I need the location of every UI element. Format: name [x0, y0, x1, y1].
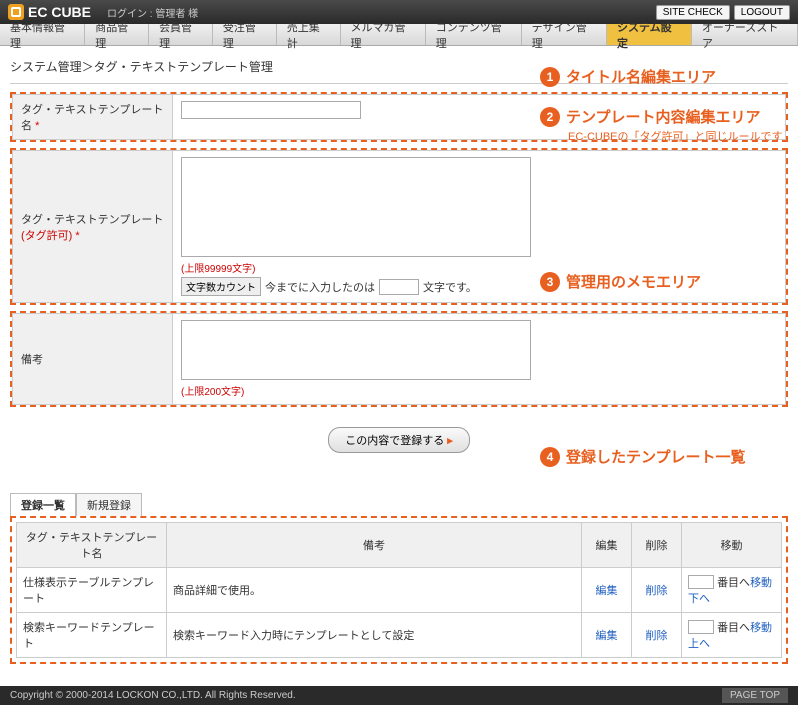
memo-label-cell: 備考 — [13, 314, 173, 405]
memo-section: 備考 (上限200文字) — [10, 311, 788, 407]
table-row: 検索キーワードテンプレート検索キーワード入力時にテンプレートとして設定編集削除 … — [17, 613, 782, 658]
name-label-cell: タグ・テキストテンプレート名 * — [13, 95, 173, 140]
delete-link[interactable]: 削除 — [646, 585, 668, 597]
tab-new[interactable]: 新規登録 — [76, 493, 142, 516]
edit-link[interactable]: 編集 — [596, 630, 618, 642]
row-name: 仕様表示テーブルテンプレート — [17, 568, 167, 613]
nav-tab-9[interactable]: オーナーズストア — [692, 24, 798, 45]
nav-tab-8[interactable]: システム設定 — [607, 24, 692, 45]
nav-tab-1[interactable]: 商品管理 — [85, 24, 149, 45]
move-dir-link[interactable]: 下へ — [688, 593, 710, 605]
table-row: 仕様表示テーブルテンプレート商品詳細で使用。 編集 削除 番目へ移動下へ — [17, 568, 782, 613]
annotation-3: 3 管理用のメモエリア — [540, 271, 701, 292]
main-nav: 基本情報管理商品管理会員管理受注管理売上集計メルマガ管理コンテンツ管理デザイン管… — [0, 24, 798, 46]
nav-tab-3[interactable]: 受注管理 — [213, 24, 277, 45]
login-info: ログイン : 管理者 様 — [107, 5, 198, 20]
move-link[interactable]: 移動 — [750, 577, 772, 589]
nav-tab-4[interactable]: 売上集計 — [277, 24, 341, 45]
col-delete: 削除 — [632, 523, 682, 568]
col-memo: 備考 — [167, 523, 582, 568]
annotation-2: 2 テンプレート内容編集エリア — [540, 106, 761, 127]
memo-label: 備考 — [21, 354, 43, 366]
move-cell: 番目へ移動下へ — [682, 568, 782, 613]
annotation-badge-2: 2 — [540, 107, 560, 127]
annotation-badge-1: 1 — [540, 67, 560, 87]
move-suffix: 番目へ — [717, 577, 750, 589]
count-after: 文字です。 — [423, 279, 477, 295]
body-label: タグ・テキストテンプレート — [21, 214, 163, 226]
nav-tab-5[interactable]: メルマガ管理 — [341, 24, 426, 45]
footer: Copyright © 2000-2014 LOCKON CO.,LTD. Al… — [0, 686, 798, 705]
name-label: タグ・テキストテンプレート名 — [21, 104, 163, 132]
memo-limit: (上限200文字) — [181, 387, 244, 398]
col-move: 移動 — [682, 523, 782, 568]
memo-textarea[interactable] — [181, 320, 531, 380]
count-before: 今までに入力したのは — [265, 279, 375, 295]
arrow-icon: ▸ — [447, 435, 453, 447]
body-limit: (上限99999文字) — [181, 264, 255, 275]
cube-icon — [8, 4, 24, 20]
required-mark: * — [75, 230, 79, 242]
list-tabs: 登録一覧 新規登録 — [10, 493, 788, 516]
move-suffix: 番目へ — [717, 622, 750, 634]
body-label-cell: タグ・テキストテンプレート (タグ許可) * — [13, 151, 173, 303]
pagetop-button[interactable]: PAGE TOP — [722, 688, 788, 703]
tag-allow-label: (タグ許可) — [21, 230, 72, 242]
tab-list[interactable]: 登録一覧 — [10, 493, 76, 516]
row-name: 検索キーワードテンプレート — [17, 613, 167, 658]
col-name: タグ・テキストテンプレート名 — [17, 523, 167, 568]
annotation-badge-4: 4 — [540, 447, 560, 467]
delete-link[interactable]: 削除 — [646, 630, 668, 642]
annotation-2-sub: EC-CUBEの「タグ許可」と同じルールです — [568, 128, 783, 144]
copyright: Copyright © 2000-2014 LOCKON CO.,LTD. Al… — [10, 690, 296, 701]
nav-tab-2[interactable]: 会員管理 — [149, 24, 213, 45]
annotation-badge-3: 3 — [540, 272, 560, 292]
nav-tab-0[interactable]: 基本情報管理 — [0, 24, 85, 45]
move-cell: 番目へ移動上へ — [682, 613, 782, 658]
submit-label: この内容で登録する — [345, 435, 444, 447]
annotation-text-1: タイトル名編集エリア — [566, 66, 716, 87]
move-dir-link[interactable]: 上へ — [688, 638, 710, 650]
char-count-field[interactable] — [379, 279, 419, 295]
char-count-button[interactable]: 文字数カウント — [181, 277, 261, 296]
row-memo: 検索キーワード入力時にテンプレートとして設定 — [167, 613, 582, 658]
move-position-input[interactable] — [688, 575, 714, 589]
nav-tab-6[interactable]: コンテンツ管理 — [426, 24, 522, 45]
template-body-textarea[interactable] — [181, 157, 531, 257]
template-name-input[interactable] — [181, 101, 361, 119]
annotation-text-4: 登録したテンプレート一覧 — [566, 446, 746, 467]
site-check-button[interactable]: SITE CHECK — [656, 5, 730, 20]
move-position-input[interactable] — [688, 620, 714, 634]
logout-button[interactable]: LOGOUT — [734, 5, 790, 20]
content: システム管理＞タグ・テキストテンプレート管理 1 タイトル名編集エリア タグ・テ… — [0, 46, 798, 674]
required-mark: * — [35, 120, 39, 132]
submit-button[interactable]: この内容で登録する ▸ — [328, 427, 470, 453]
move-link[interactable]: 移動 — [750, 622, 772, 634]
row-memo: 商品詳細で使用。 — [167, 568, 582, 613]
template-list-section: タグ・テキストテンプレート名 備考 編集 削除 移動 仕様表示テーブルテンプレー… — [10, 516, 788, 664]
annotation-4: 4 登録したテンプレート一覧 — [540, 446, 746, 467]
annotation-text-3: 管理用のメモエリア — [566, 271, 701, 292]
annotation-text-2: テンプレート内容編集エリア — [566, 106, 761, 127]
edit-link[interactable]: 編集 — [596, 585, 618, 597]
col-edit: 編集 — [582, 523, 632, 568]
annotation-1: 1 タイトル名編集エリア — [540, 66, 716, 87]
nav-tab-7[interactable]: デザイン管理 — [522, 24, 607, 45]
